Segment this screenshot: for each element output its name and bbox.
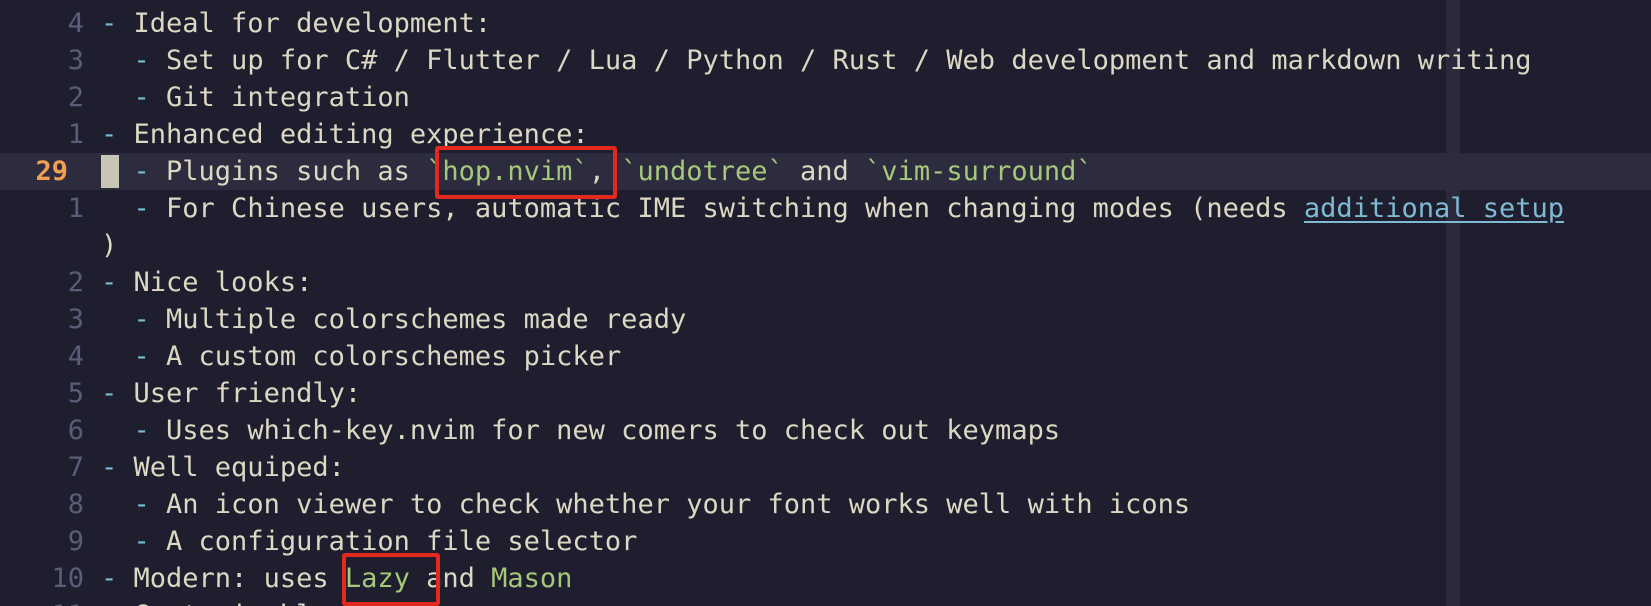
editor-line[interactable]: 4- Ideal for development: xyxy=(0,5,1651,42)
text-run: Plugins such as xyxy=(149,156,427,187)
editor-line[interactable]: 1 - For Chinese users, automatic IME swi… xyxy=(0,190,1651,227)
editor-line[interactable]: 3 - Multiple colorschemes made ready xyxy=(0,301,1651,338)
list-marker: - xyxy=(101,563,118,594)
annotation-box-lazy xyxy=(342,553,440,606)
line-text: - Git integration xyxy=(101,79,410,116)
line-number xyxy=(0,227,84,264)
list-marker: - xyxy=(133,156,150,187)
line-number: 6 xyxy=(67,415,84,446)
line-number: 9 xyxy=(67,526,84,557)
text-run: A custom colorschemes picker xyxy=(149,341,622,372)
inline-code: Mason xyxy=(491,563,573,594)
list-marker: - xyxy=(133,304,150,335)
editor-line[interactable]: 7- Well equiped: xyxy=(0,449,1651,486)
text-run: For Chinese users, automatic IME switchi… xyxy=(149,193,1304,224)
line-number: 1 xyxy=(67,119,84,150)
text-run: Uses which-key.nvim for new comers to ch… xyxy=(149,415,1061,446)
list-marker: - xyxy=(133,193,150,224)
line-number: 10 xyxy=(51,563,84,594)
list-marker: - xyxy=(101,267,118,298)
line-number: 4 xyxy=(67,8,84,39)
text-run: Modern: uses xyxy=(117,563,345,594)
line-text: - Ideal for development: xyxy=(101,5,491,42)
text-run: User friendly: xyxy=(117,378,362,409)
editor-window[interactable]: 4- Ideal for development: 3 - Set up for … xyxy=(0,0,1651,606)
line-text: - Well equiped: xyxy=(101,449,345,486)
list-marker: - xyxy=(133,341,150,372)
list-marker: - xyxy=(133,526,150,557)
markdown-link[interactable]: additional setup xyxy=(1304,193,1564,224)
line-number: 3 xyxy=(67,304,84,335)
inline-code: `undotree` xyxy=(621,156,784,187)
text-run: Well equiped: xyxy=(117,452,345,483)
line-number: 2 xyxy=(67,267,84,298)
text-run: Ideal for development: xyxy=(117,8,492,39)
line-text: - Set up for C# / Flutter / Lua / Python… xyxy=(101,42,1532,79)
line-number: 8 xyxy=(67,489,84,520)
line-number: 7 xyxy=(67,452,84,483)
line-text: - For Chinese users, automatic IME switc… xyxy=(101,190,1565,227)
line-number: 4 xyxy=(67,341,84,372)
text-run: Customizable xyxy=(117,600,329,606)
annotation-box-hop-nvim xyxy=(435,146,617,199)
editor-line[interactable]: 1- Enhanced editing experience: xyxy=(0,116,1651,153)
editor-line[interactable]: 10 - Modern: uses Lazy and Mason xyxy=(0,560,1651,597)
list-marker: - xyxy=(133,415,150,446)
editor-line[interactable]: 2 - Git integration xyxy=(0,79,1651,116)
line-text: - Multiple colorschemes made ready xyxy=(101,301,687,338)
editor-line[interactable]: 4 - A custom colorschemes picker xyxy=(0,338,1651,375)
list-marker: - xyxy=(101,452,118,483)
editor-line[interactable]: 3 - Set up for C# / Flutter / Lua / Pyth… xyxy=(0,42,1651,79)
editor-line[interactable]: 6 - Uses which-key.nvim for new comers t… xyxy=(0,412,1651,449)
text-run: Multiple colorschemes made ready xyxy=(149,304,687,335)
text-run: Set up for C# / Flutter / Lua / Python /… xyxy=(149,45,1532,76)
line-text: - Modern: uses Lazy and Mason xyxy=(101,560,572,597)
editor-line[interactable]: ) xyxy=(0,227,1651,264)
editor-line[interactable]: 9 - A configuration file selector xyxy=(0,523,1651,560)
editor-line[interactable]: 11 - Customizable xyxy=(0,597,1651,606)
line-text: - Customizable xyxy=(101,597,329,606)
line-number: 11 xyxy=(0,597,84,606)
list-marker: - xyxy=(101,600,117,606)
line-text: - An icon viewer to check whether your f… xyxy=(101,486,1191,523)
line-number: 5 xyxy=(67,378,84,409)
list-marker: - xyxy=(133,489,150,520)
line-text: - A custom colorschemes picker xyxy=(101,338,622,375)
line-text: - Nice looks: xyxy=(101,264,312,301)
text-run: ) xyxy=(101,230,118,261)
text-run: and xyxy=(783,156,866,187)
list-marker: - xyxy=(101,8,118,39)
line-text: - User friendly: xyxy=(101,375,361,412)
editor-line[interactable]: 2- Nice looks: xyxy=(0,264,1651,301)
line-number: 1 xyxy=(67,193,84,224)
editor-line[interactable]: 5- User friendly: xyxy=(0,375,1651,412)
line-number: 3 xyxy=(67,45,84,76)
text-run: An icon viewer to check whether your fon… xyxy=(149,489,1191,520)
line-number: 2 xyxy=(67,82,84,113)
inline-code: `vim-surround` xyxy=(865,156,1093,187)
list-marker: - xyxy=(101,378,118,409)
text-run: Nice looks: xyxy=(117,267,313,298)
line-text: ) xyxy=(101,227,117,264)
text-run: Git integration xyxy=(149,82,410,113)
line-text: - Uses which-key.nvim for new comers to … xyxy=(101,412,1061,449)
editor-line[interactable]: 8 - An icon viewer to check whether your… xyxy=(0,486,1651,523)
list-marker: - xyxy=(133,45,150,76)
current-line-number: 29 xyxy=(35,156,68,187)
list-marker: - xyxy=(101,119,118,150)
current-line[interactable]: 29 - Plugins such as `hop.nvim`, `undotr… xyxy=(0,153,1651,190)
list-marker: - xyxy=(133,82,150,113)
